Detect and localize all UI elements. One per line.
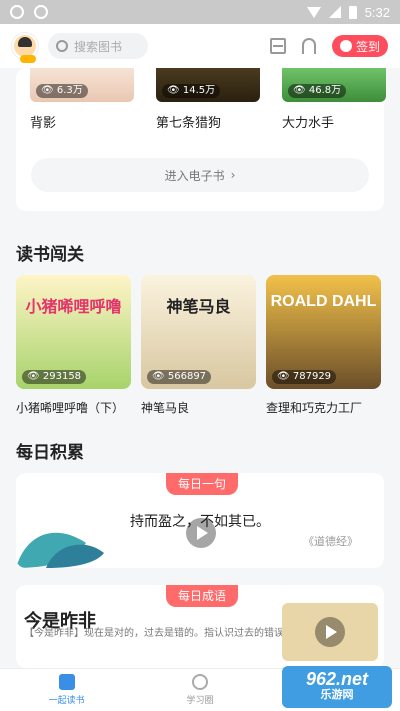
book-cover: 小猪唏哩呼噜 👁 293158: [16, 275, 131, 389]
book-title: 第七条猎狗: [156, 116, 222, 131]
search-input[interactable]: 搜索图书: [48, 33, 148, 59]
book-cover: ROALD DAHL 👁 787929: [266, 275, 381, 389]
book-item[interactable]: 👁 14.5万 第七条猎狗: [156, 68, 260, 131]
clock: 5:32: [364, 4, 390, 20]
daily-idiom-pill: 每日成语: [166, 585, 238, 607]
section-title-daily: 每日积累: [16, 443, 84, 463]
watermark-logo: 962.net 乐游网: [282, 666, 392, 708]
top-bar: 搜索图书 签到: [0, 24, 400, 68]
status-bar: 5:32: [0, 0, 400, 24]
watermark-big: 962.net: [305, 669, 369, 689]
main-scroll[interactable]: 👁 6.3万 背影 👁 14.5万 第七条猎狗 👁 46.8万 大力水手 进入电…: [0, 68, 400, 668]
enter-ebook-label: 进入电子书: [164, 168, 225, 183]
challenge-item[interactable]: ROALD DAHL 👁 787929 查理和巧克力工厂: [266, 275, 381, 416]
battery-icon: [348, 5, 357, 19]
views-badge: 👁 14.5万: [162, 84, 221, 98]
daily-quote-pill: 每日一句: [166, 473, 238, 495]
enter-ebook-button[interactable]: 进入电子书 ›: [31, 158, 369, 192]
book-item[interactable]: 👁 46.8万 大力水手: [282, 68, 386, 131]
search-placeholder: 搜索图书: [74, 39, 123, 54]
sync-icon: [34, 5, 48, 19]
idiom-description: 【今是昨非】现在是对的，过去是错的。指认识过去的错误。: [24, 628, 294, 639]
signin-button[interactable]: 签到: [331, 35, 388, 57]
daily-quote-card[interactable]: 每日一句 持而盈之，不如其已。 《道德经》: [16, 473, 384, 568]
watermark-small: 乐游网: [320, 688, 354, 701]
book-cover: 神笔马良 👁 566897: [141, 275, 256, 389]
scan-icon[interactable]: [269, 38, 286, 54]
views-badge: 👁 293158: [22, 370, 87, 384]
book-item[interactable]: 👁 6.3万 背影: [30, 68, 134, 131]
book-icon: [58, 674, 75, 690]
book-cover: 👁 6.3万: [30, 68, 134, 102]
cover-caption: 小猪唏哩呼噜: [25, 297, 122, 316]
tab-study-circle[interactable]: 学习圈: [133, 669, 266, 711]
challenge-title: 神笔马良: [141, 401, 190, 415]
challenge-title: 小猪唏哩呼噜（下）: [16, 401, 125, 415]
idiom-thumbnail[interactable]: [282, 603, 378, 661]
book-title: 大力水手: [282, 116, 335, 131]
section-title-challenge: 读书闯关: [16, 245, 84, 265]
book-title: 背影: [30, 116, 57, 131]
book-cover: 👁 46.8万: [282, 68, 386, 102]
cover-caption: 神笔马良: [166, 297, 231, 316]
signin-face-icon: [339, 40, 352, 52]
views-badge: 👁 566897: [147, 370, 212, 384]
views-badge: 👁 787929: [272, 370, 337, 384]
challenge-title: 查理和巧克力工厂: [266, 401, 363, 415]
cover-caption: ROALD DAHL: [270, 293, 377, 310]
views-badge: 👁 46.8万: [288, 84, 347, 98]
signal-icon: [328, 6, 341, 18]
signin-label: 签到: [355, 39, 380, 54]
bell-icon[interactable]: [301, 38, 316, 54]
tab-label: 学习圈: [186, 696, 214, 706]
book-cover: 👁 14.5万: [156, 68, 260, 102]
ebook-card: 👁 6.3万 背影 👁 14.5万 第七条猎狗 👁 46.8万 大力水手 进入电…: [16, 68, 386, 211]
views-badge: 👁 6.3万: [36, 84, 88, 98]
avatar[interactable]: [12, 33, 38, 63]
wifi-icon: [306, 6, 321, 18]
tab-read-together[interactable]: 一起读书: [0, 669, 133, 711]
challenge-item[interactable]: 神笔马良 👁 566897 神笔马良: [141, 275, 256, 416]
tab-label: 一起读书: [48, 696, 85, 706]
chevron-right-icon: ›: [230, 168, 236, 182]
challenge-item[interactable]: 小猪唏哩呼噜 👁 293158 小猪唏哩呼噜（下）: [16, 275, 131, 416]
circle-icon: [191, 674, 208, 690]
play-button[interactable]: [315, 617, 345, 647]
vip-badge: [20, 55, 36, 63]
app-notification-icon: [10, 5, 24, 19]
daily-idiom-card[interactable]: 每日成语 今是昨非 【今是昨非】现在是对的，过去是错的。指认识过去的错误。: [16, 585, 384, 668]
search-icon: [56, 40, 68, 52]
play-button[interactable]: [186, 518, 216, 548]
daily-quote-source: 《道德经》: [303, 535, 358, 548]
